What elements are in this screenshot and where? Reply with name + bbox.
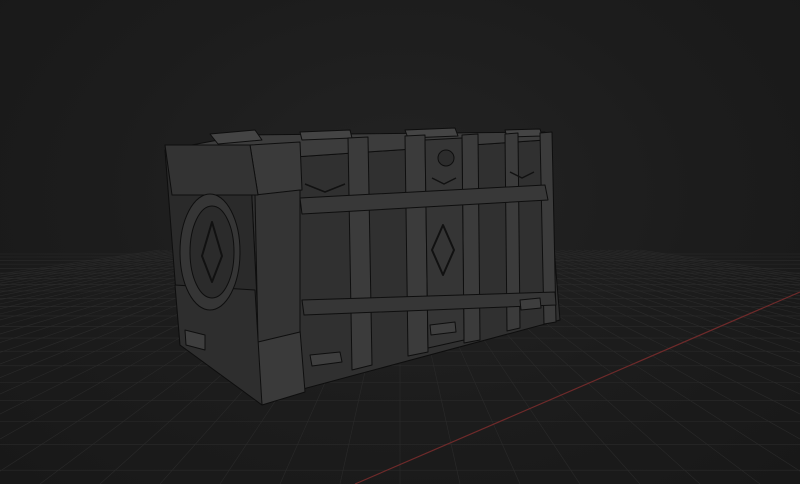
front-strap-3 <box>461 133 481 344</box>
3d-viewport[interactable] <box>0 0 800 484</box>
foot-3 <box>519 297 542 311</box>
front-strap-1 <box>347 136 373 371</box>
center-lock-plate <box>424 137 465 349</box>
front-strap-2 <box>404 134 429 357</box>
viewport-canvas[interactable] <box>0 0 800 484</box>
lock-knob <box>437 149 455 167</box>
crate-model[interactable] <box>164 127 561 406</box>
left-corner-bumper-top <box>249 141 303 196</box>
left-end-side-top <box>164 144 259 196</box>
top-clasp-2 <box>299 129 353 141</box>
left-emblem-inner <box>189 205 235 299</box>
left-end-vertical-band <box>254 189 301 343</box>
